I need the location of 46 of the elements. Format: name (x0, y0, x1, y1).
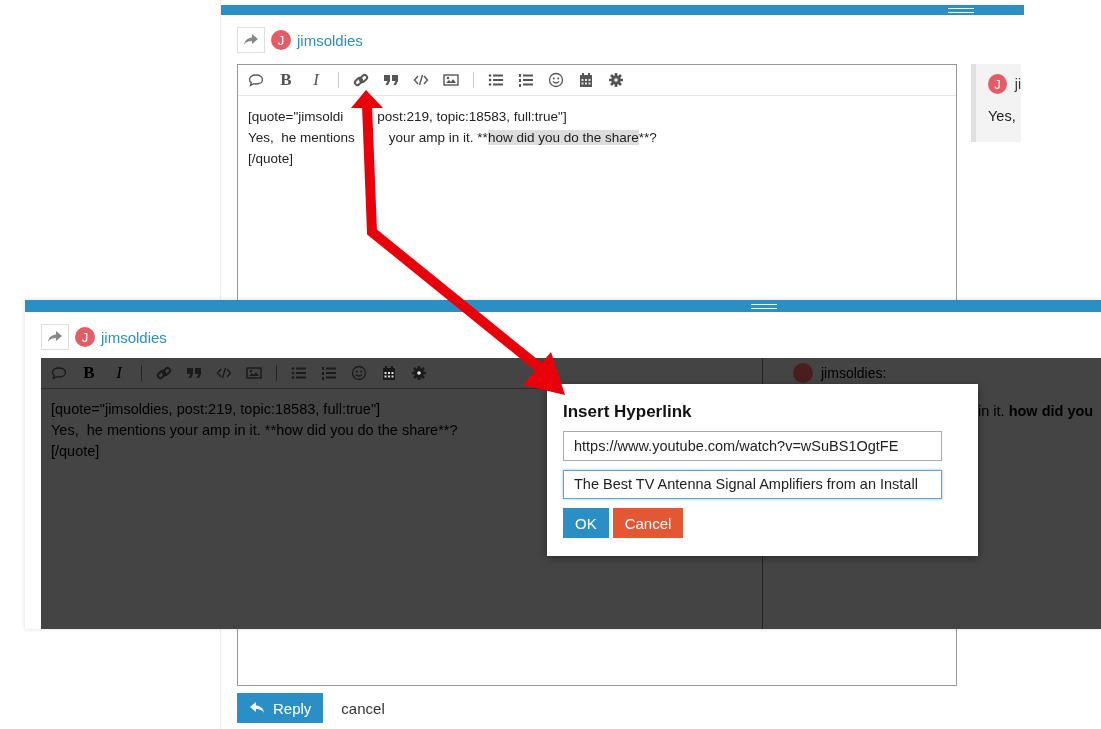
cancel-link[interactable]: cancel (341, 699, 385, 717)
editor-line: [quote="jimsoldies, post:219, topic:18583, full:true"] (51, 400, 381, 419)
preview-username: ji (1014, 76, 1021, 92)
editor-line: [/quote] (248, 150, 294, 168)
settings-icon[interactable] (411, 365, 427, 381)
avatar: J (271, 30, 291, 50)
preview-text: in it. how did you (978, 403, 1094, 419)
calendar-icon[interactable] (381, 365, 397, 381)
reply-arrow-icon (249, 701, 265, 715)
preview-text: Yes, (988, 108, 1017, 124)
reply-button[interactable]: Reply (237, 693, 324, 723)
link-icon[interactable] (353, 72, 369, 88)
share-button[interactable] (237, 27, 265, 53)
username-link[interactable]: jimsoldies (297, 31, 363, 49)
url-field[interactable]: https://www.youtube.com/watch?v=wSuBS1OgtFE (563, 431, 942, 461)
editor-text: your amp in it. **how did you do the share**? (388, 129, 657, 147)
calendar-icon[interactable] (578, 72, 594, 88)
bullet-list-icon[interactable] (488, 72, 504, 88)
smiley-icon[interactable] (548, 72, 564, 88)
italic-button[interactable]: I (308, 70, 324, 90)
editor-text: post:219, topic:18583, full:true"] (377, 108, 567, 126)
ok-button[interactable]: OK (563, 508, 609, 538)
settings-icon[interactable] (608, 72, 624, 88)
preview-username: jimsoldies: (821, 365, 887, 381)
share-arrow-icon (47, 330, 63, 344)
code-icon[interactable] (413, 72, 429, 88)
cancel-button[interactable]: Cancel (612, 508, 684, 538)
italic-button[interactable]: I (111, 363, 127, 383)
dialog-title: Insert Hyperlink (563, 402, 693, 422)
share-button[interactable] (41, 324, 69, 350)
numbered-list-icon[interactable] (518, 72, 534, 88)
username-link[interactable]: jimsoldies (101, 328, 167, 346)
avatar: J (75, 327, 95, 347)
bold-button[interactable]: B (81, 363, 97, 383)
editor-line: Yes, he mentions your amp in it. **how did you do the share**? (51, 421, 458, 440)
image-icon[interactable] (443, 72, 459, 88)
link-text-field[interactable]: The Best TV Antenna Signal Amplifiers from an Install (563, 469, 942, 499)
share-arrow-icon (243, 33, 259, 47)
editor-text: [quote="jimsoldi (248, 108, 344, 126)
quote-icon[interactable] (383, 72, 399, 88)
editor-line: [/quote] (51, 442, 100, 461)
avatar (793, 363, 813, 383)
bold-button[interactable]: B (278, 70, 294, 90)
avatar: J (988, 74, 1007, 94)
speech-bubble-icon[interactable] (248, 72, 264, 88)
editor-text: Yes, he mentions (248, 129, 355, 147)
